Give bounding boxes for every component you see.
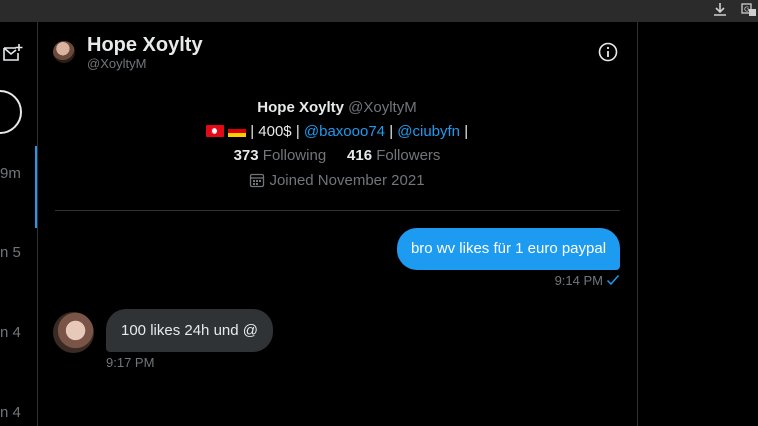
message-bubble-received[interactable]: 100 likes 24h und @ (106, 309, 273, 352)
conversation-time: n 4 (0, 324, 21, 341)
profile-handle: @XoyltyM (348, 99, 417, 116)
message-time: 9:14 PM (554, 273, 603, 288)
bio-end: | (464, 123, 469, 140)
joined-date: Joined November 2021 (269, 172, 425, 189)
following-count: 373 (233, 147, 259, 164)
germany-flag-icon (228, 125, 247, 137)
info-icon[interactable] (597, 41, 619, 63)
new-message-icon[interactable] (2, 42, 24, 64)
svg-text:G: G (744, 6, 749, 14)
profile-divider (55, 210, 620, 211)
header-avatar[interactable] (53, 41, 75, 63)
conversation-time: n 5 (0, 244, 21, 261)
bio-price: | 400$ | (250, 123, 300, 140)
download-icon[interactable] (711, 1, 729, 19)
turkey-flag-icon (205, 125, 224, 137)
followers-link[interactable]: 416 Followers (347, 147, 440, 164)
profile-bio: | 400$ | @baxooo74 | @ciubyfn | (37, 123, 637, 140)
browser-toolbar: G (0, 0, 758, 22)
sender-avatar[interactable] (53, 312, 94, 353)
profile-joined: Joined November 2021 (37, 172, 637, 189)
calendar-icon (249, 172, 265, 188)
profile-stats: 373 Following 416 Followers (37, 147, 637, 164)
column-divider (637, 22, 638, 426)
message-meta-sent: 9:14 PM (555, 273, 620, 288)
search-circle[interactable] (0, 90, 22, 134)
translate-icon[interactable]: G (740, 1, 758, 19)
followers-count: 416 (347, 147, 373, 164)
message-time: 9:17 PM (106, 355, 155, 370)
followers-label: Followers (376, 147, 441, 164)
message-bubble-sent[interactable]: bro wv likes für 1 euro paypal (397, 228, 620, 270)
conversation-time: n 4 (0, 404, 21, 421)
header-handle: @XoyltyM (87, 56, 147, 71)
conversation-time: 9m (0, 165, 21, 182)
bio-link-ciubyfn[interactable]: @ciubyfn (397, 123, 460, 140)
bio-separator: | (389, 123, 394, 140)
following-label: Following (262, 147, 327, 164)
following-link[interactable]: 373 Following (234, 147, 327, 164)
bio-link-baxooo74[interactable]: @baxooo74 (304, 123, 385, 140)
conversation-list-column: 9m n 5 n 4 n 4 (0, 22, 38, 426)
check-icon (606, 274, 620, 286)
profile-name[interactable]: Hope Xoylty (257, 99, 344, 116)
header-name[interactable]: Hope Xoylty (87, 34, 203, 57)
profile-name-line: Hope Xoylty @XoyltyM (37, 99, 637, 116)
